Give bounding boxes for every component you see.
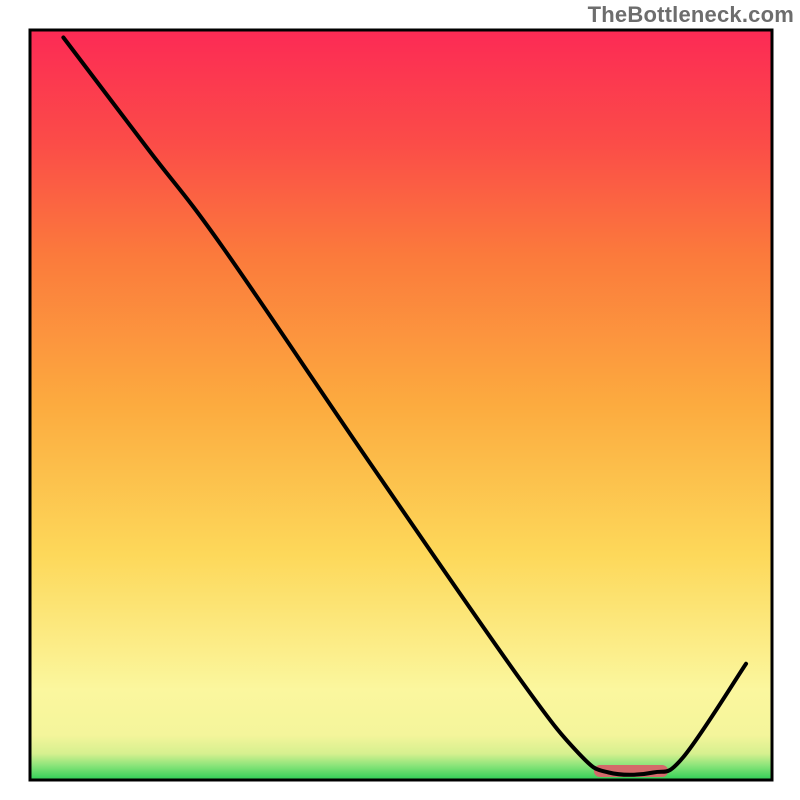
plot-area: [30, 30, 772, 780]
chart-stage: TheBottleneck.com: [0, 0, 800, 800]
watermark-text: TheBottleneck.com: [588, 2, 794, 28]
bottleneck-chart: [0, 0, 800, 800]
